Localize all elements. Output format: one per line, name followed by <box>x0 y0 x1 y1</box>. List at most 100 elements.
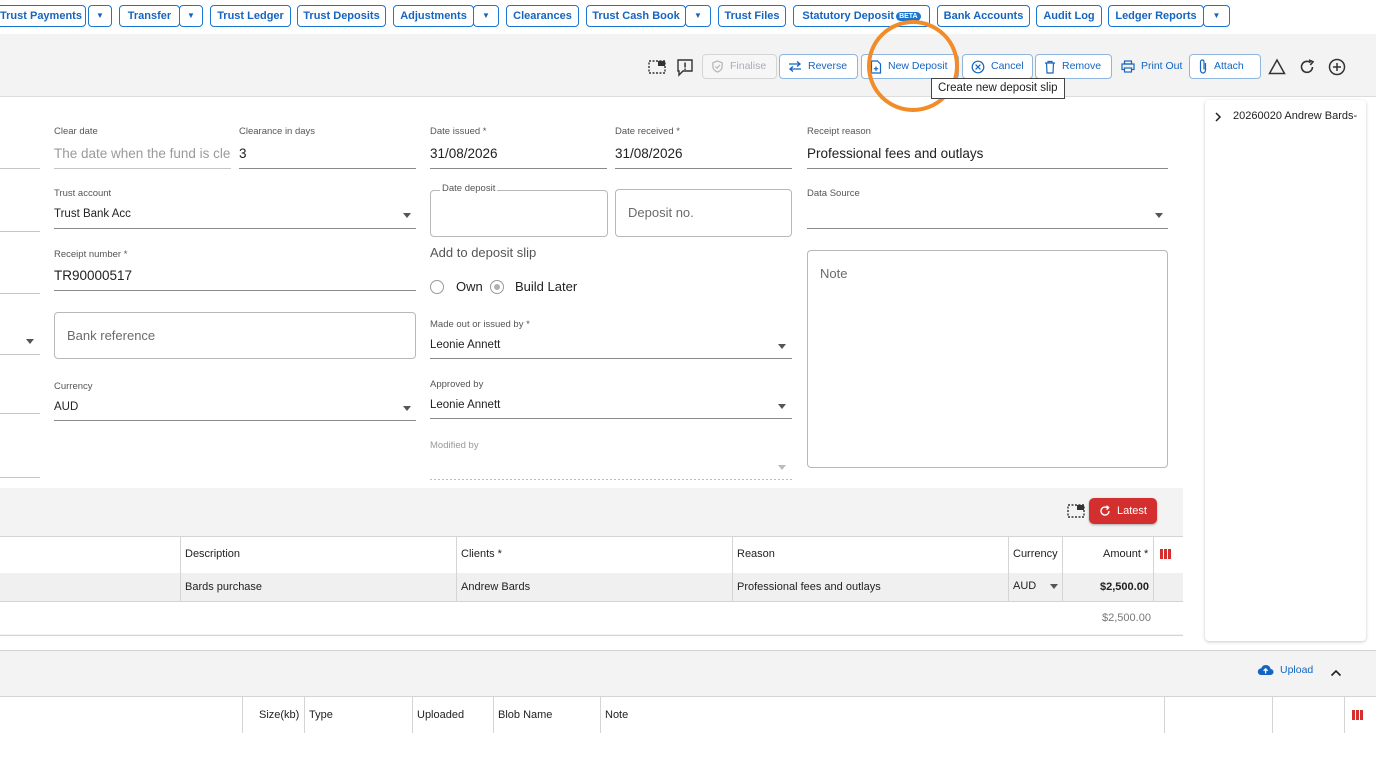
col-blob-name[interactable]: Blob Name <box>498 709 552 721</box>
field-underline <box>0 293 40 294</box>
nav-adjustments-dropdown[interactable]: ▼ <box>473 5 499 27</box>
table-row[interactable]: Bards purchase Andrew Bards Professional… <box>0 573 1183 602</box>
nav-trust-cash-book-dropdown[interactable]: ▼ <box>685 5 711 27</box>
radio-own-label[interactable]: Own <box>456 279 483 294</box>
chevron-down-icon[interactable] <box>26 339 34 344</box>
nav-transfer[interactable]: Transfer <box>119 5 180 27</box>
note-textarea[interactable]: Note <box>807 250 1168 468</box>
layout-toggle-icon[interactable] <box>1065 500 1087 522</box>
field-underline <box>0 354 40 355</box>
nav-trust-ledger[interactable]: Trust Ledger <box>210 5 291 27</box>
field-underline <box>54 228 416 229</box>
chevron-down-icon[interactable] <box>778 404 786 409</box>
latest-button[interactable]: Latest <box>1089 498 1157 524</box>
chevron-down-icon <box>778 465 786 470</box>
upload-button[interactable]: Upload <box>1257 664 1313 676</box>
chevron-down-icon[interactable] <box>403 406 411 411</box>
nav-trust-deposits[interactable]: Trust Deposits <box>297 5 386 27</box>
bank-reference-input[interactable]: Bank reference <box>54 312 416 359</box>
col-amount[interactable]: Amount * <box>1103 548 1148 560</box>
column-chooser-icon[interactable] <box>1352 710 1364 720</box>
made-out-by-label: Made out or issued by * <box>430 319 530 330</box>
chevron-down-icon[interactable] <box>1155 213 1163 218</box>
nav-transfer-dropdown[interactable]: ▼ <box>179 5 203 27</box>
radio-own[interactable] <box>430 280 444 294</box>
reverse-button[interactable]: Reverse <box>779 54 858 79</box>
layout-toggle-icon[interactable] <box>646 56 668 78</box>
comment-alert-icon[interactable] <box>674 56 696 78</box>
approved-by-label: Approved by <box>430 379 484 390</box>
nav-audit-log[interactable]: Audit Log <box>1036 5 1102 27</box>
field-underline <box>430 479 792 480</box>
clearance-days-input[interactable]: 3 <box>239 146 247 161</box>
nav-trust-cash-book[interactable]: Trust Cash Book <box>586 5 686 27</box>
date-issued-input[interactable]: 31/08/2026 <box>430 146 498 161</box>
chevron-right-icon[interactable] <box>1213 111 1223 123</box>
clearance-days-label: Clearance in days <box>239 126 316 137</box>
col-reason[interactable]: Reason <box>737 548 775 560</box>
lines-total-row: $2,500.00 <box>0 602 1183 634</box>
nav-bank-accounts[interactable]: Bank Accounts <box>937 5 1030 27</box>
nav-adjustments[interactable]: Adjustments <box>393 5 474 27</box>
attach-button[interactable]: Attach <box>1189 54 1261 79</box>
field-underline <box>239 168 416 169</box>
nav-ledger-reports[interactable]: Ledger Reports <box>1108 5 1204 27</box>
field-underline <box>0 168 40 169</box>
currency-select[interactable]: AUD <box>54 401 78 413</box>
col-description[interactable]: Description <box>185 548 240 560</box>
warning-triangle-icon[interactable] <box>1266 56 1288 78</box>
grid-divider <box>1164 697 1165 733</box>
receipt-reason-input[interactable]: Professional fees and outlays <box>807 146 983 161</box>
nav-clearances[interactable]: Clearances <box>506 5 579 27</box>
finalise-button[interactable]: Finalise <box>702 54 777 79</box>
receipt-number-label: Receipt number * <box>54 249 128 260</box>
clear-date-input[interactable]: The date when the fund is clear <box>54 146 231 161</box>
add-circle-icon[interactable] <box>1326 56 1348 78</box>
field-underline <box>54 420 416 421</box>
nav-trust-files[interactable]: Trust Files <box>718 5 786 27</box>
deposit-no-input[interactable]: Deposit no. <box>615 189 792 237</box>
field-underline <box>0 231 40 232</box>
tree-item-deposit[interactable]: 20260020 Andrew Bards- <box>1233 110 1357 122</box>
made-out-by-select[interactable]: Leonie Annett <box>430 339 500 351</box>
field-underline <box>430 358 792 359</box>
cell-description[interactable]: Bards purchase <box>185 581 262 593</box>
print-out-button[interactable]: Print Out <box>1112 54 1190 79</box>
radio-build-later-label[interactable]: Build Later <box>515 279 577 294</box>
column-chooser-icon[interactable] <box>1160 549 1172 559</box>
cancel-button[interactable]: Cancel <box>962 54 1033 79</box>
nav-trust-payments-dropdown[interactable]: ▼ <box>88 5 112 27</box>
date-deposit-input[interactable] <box>430 190 608 237</box>
caret-down-icon: ▼ <box>96 11 104 20</box>
nav-ledger-reports-dropdown[interactable]: ▼ <box>1203 5 1230 27</box>
trust-account-select[interactable]: Trust Bank Acc <box>54 208 131 220</box>
data-source-label: Data Source <box>807 188 860 199</box>
cell-currency[interactable]: AUD <box>1013 580 1036 592</box>
approved-by-select[interactable]: Leonie Annett <box>430 399 500 411</box>
date-received-input[interactable]: 31/08/2026 <box>615 146 683 161</box>
cell-amount[interactable]: $2,500.00 <box>1100 581 1149 593</box>
lines-header-row: Description Clients * Reason Currency Am… <box>0 536 1183 574</box>
cell-reason[interactable]: Professional fees and outlays <box>737 581 881 593</box>
col-currency[interactable]: Currency <box>1013 548 1058 560</box>
col-note[interactable]: Note <box>605 709 628 721</box>
nav-trust-payments[interactable]: Trust Payments <box>0 5 86 27</box>
total-amount: $2,500.00 <box>1102 612 1151 624</box>
col-uploaded[interactable]: Uploaded <box>417 709 464 721</box>
col-clients[interactable]: Clients * <box>461 548 502 560</box>
remove-button[interactable]: Remove <box>1035 54 1112 79</box>
chevron-up-icon[interactable] <box>1330 668 1342 677</box>
receipt-number-input[interactable]: TR90000517 <box>54 268 132 283</box>
col-size[interactable]: Size(kb) <box>259 709 299 721</box>
field-underline <box>54 290 416 291</box>
chevron-down-icon[interactable] <box>403 213 411 218</box>
col-type[interactable]: Type <box>309 709 333 721</box>
grid-divider <box>1272 697 1273 733</box>
radio-build-later[interactable] <box>490 280 504 294</box>
chevron-down-icon[interactable] <box>1050 584 1058 589</box>
grid-divider <box>732 536 733 602</box>
action-toolbar: Finalise Reverse New Deposit Cancel Remo… <box>0 34 1376 97</box>
chevron-down-icon[interactable] <box>778 344 786 349</box>
cell-clients[interactable]: Andrew Bards <box>461 581 530 593</box>
refresh-icon[interactable] <box>1296 56 1318 78</box>
